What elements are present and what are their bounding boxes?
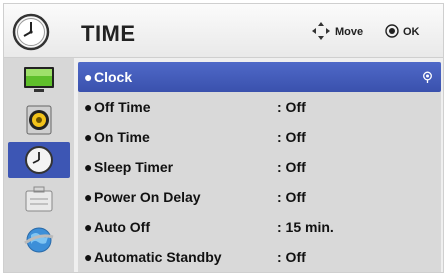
- bullet: ●: [84, 189, 93, 205]
- menu-item-value: : Off: [277, 99, 306, 115]
- bullet: ●: [84, 69, 93, 85]
- sidebar-item-picture[interactable]: [8, 62, 70, 98]
- menu-item-label: On Time: [94, 129, 150, 145]
- sidebar-item-audio[interactable]: [8, 102, 70, 138]
- menu-item-label: Clock: [94, 69, 133, 85]
- enter-icon: [423, 71, 432, 83]
- option-icon: [25, 186, 53, 212]
- menu-item-label: Automatic Standby: [94, 249, 222, 265]
- time-menu-list: ● Clock ● Off Time : Off ● On Time : Off…: [78, 62, 441, 272]
- menu-item-on-time[interactable]: ● On Time : Off: [78, 122, 441, 152]
- page-title: TIME: [81, 21, 136, 46]
- bullet: ●: [84, 159, 93, 175]
- ok-hint-label: OK: [403, 26, 420, 38]
- menu-item-label: Auto Off: [94, 219, 150, 235]
- bullet: ●: [84, 129, 93, 145]
- menu-item-automatic-standby[interactable]: ● Automatic Standby : Off: [78, 242, 441, 272]
- audio-icon: [26, 105, 52, 135]
- menu-item-value: : 15 min.: [277, 219, 334, 235]
- category-sidebar: [4, 58, 74, 272]
- clock-icon: [12, 13, 50, 51]
- menu-item-label: Sleep Timer: [94, 159, 174, 175]
- menu-item-auto-off[interactable]: ● Auto Off : 15 min.: [78, 212, 441, 242]
- menu-item-value: : Off: [277, 189, 306, 205]
- menu-item-label: Power On Delay: [94, 189, 201, 205]
- menu-item-value: : Off: [277, 249, 306, 265]
- network-icon: [24, 227, 54, 253]
- menu-item-value: : Off: [277, 129, 306, 145]
- menu-item-value: : Off: [277, 159, 306, 175]
- sidebar-item-time[interactable]: [8, 142, 70, 178]
- time-icon: [25, 146, 53, 174]
- navigation-arrows-icon: [312, 22, 330, 40]
- menu-item-sleep-timer[interactable]: ● Sleep Timer : Off: [78, 152, 441, 182]
- sidebar-item-network[interactable]: [8, 222, 70, 258]
- ok-button-icon: [385, 24, 399, 38]
- move-hint-label: Move: [335, 26, 364, 38]
- menu-item-clock[interactable]: ● Clock: [78, 62, 441, 92]
- menu-item-label: Off Time: [94, 99, 151, 115]
- menu-item-off-time[interactable]: ● Off Time : Off: [78, 92, 441, 122]
- bullet: ●: [84, 219, 93, 235]
- sidebar-item-option[interactable]: [8, 182, 70, 218]
- menu-item-power-on-delay[interactable]: ● Power On Delay : Off: [78, 182, 441, 212]
- picture-icon: [24, 67, 54, 92]
- menu-header: TIME Move OK: [4, 4, 443, 58]
- bullet: ●: [84, 99, 93, 115]
- bullet: ●: [84, 249, 93, 265]
- osd-menu: TIME Move OK ● Clock ● Off Time: Off ● …: [3, 3, 444, 273]
